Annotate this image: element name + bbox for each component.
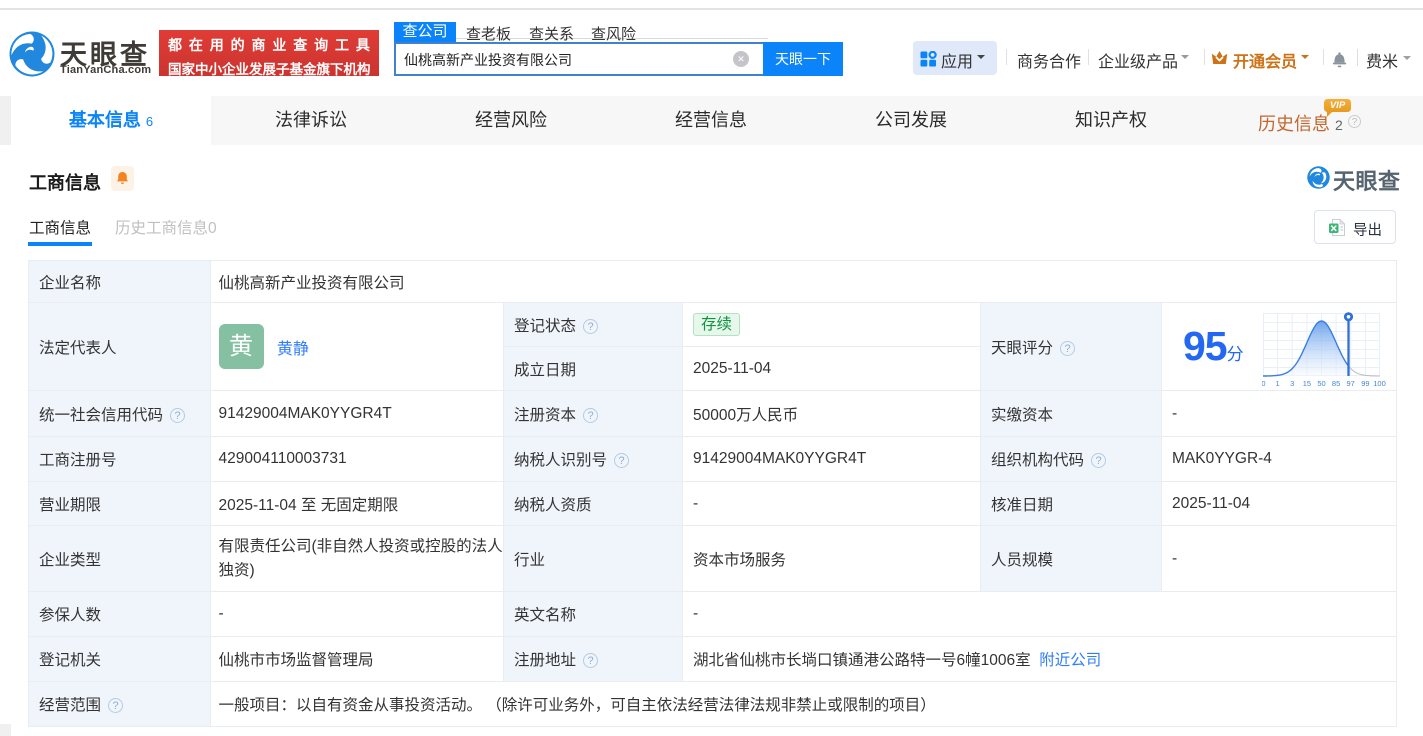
svg-text:15: 15	[1303, 379, 1311, 388]
svg-text:99: 99	[1361, 379, 1369, 388]
svg-text:3: 3	[1290, 379, 1294, 388]
svg-text:85: 85	[1332, 379, 1340, 388]
svg-text:0: 0	[1262, 379, 1266, 388]
svg-text:1: 1	[1276, 379, 1280, 388]
svg-text:97: 97	[1347, 379, 1355, 388]
svg-text:100: 100	[1373, 379, 1386, 388]
svg-text:50: 50	[1317, 379, 1325, 388]
